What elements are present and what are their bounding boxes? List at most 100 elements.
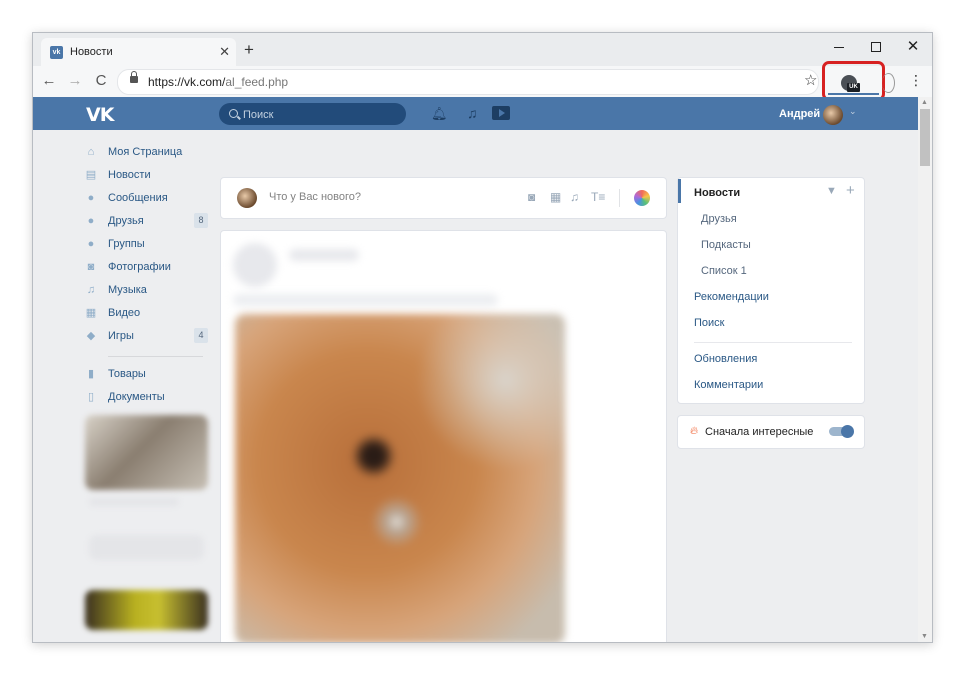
tab-news[interactable]: vk Новости ✕ bbox=[41, 38, 236, 66]
sidebar-item-label: Друзья bbox=[108, 215, 144, 227]
sidebar-item-label: Видео bbox=[108, 307, 141, 319]
add-icon[interactable]: + bbox=[846, 182, 855, 199]
menu-item-news[interactable]: Новости bbox=[694, 187, 740, 199]
photos-icon: ◙ bbox=[87, 261, 95, 273]
news-icon: ▤ bbox=[85, 169, 97, 181]
sidebar-item-news[interactable]: ▤ Новости bbox=[83, 165, 208, 188]
ad-image bbox=[85, 415, 208, 490]
reload-button[interactable]: C bbox=[91, 71, 111, 91]
home-icon: ⌂ bbox=[87, 146, 95, 158]
chevron-down-icon[interactable]: ⌄ bbox=[849, 106, 857, 117]
composer-divider bbox=[619, 189, 620, 207]
new-tab-button[interactable]: + bbox=[244, 40, 254, 60]
sidebar-item-groups[interactable]: ● Группы bbox=[83, 234, 208, 257]
sidebar-item-games[interactable]: ◆ Игры 4 bbox=[83, 326, 208, 349]
ad-text bbox=[89, 535, 204, 560]
sidebar-item-label: Документы bbox=[108, 391, 165, 403]
vk-logo[interactable]: VK bbox=[86, 104, 114, 126]
documents-icon: ▯ bbox=[87, 391, 95, 403]
url-host: https://vk.com/ bbox=[148, 75, 226, 89]
games-icon: ◆ bbox=[86, 330, 96, 342]
fire-icon: 🔥︎ bbox=[690, 425, 699, 437]
search-box[interactable] bbox=[219, 103, 406, 125]
menu-item-friends[interactable]: Друзья bbox=[701, 213, 737, 225]
profile-icon[interactable] bbox=[882, 73, 895, 93]
browser-toolbar: ← → C https://vk.com/al_feed.php bbox=[33, 66, 932, 97]
url-text: https://vk.com/al_feed.php bbox=[148, 75, 288, 89]
feed-filter-menu: Новости ▼ + Друзья Подкасты Список 1 Рек… bbox=[677, 177, 865, 404]
video-play-icon[interactable] bbox=[492, 106, 510, 120]
scroll-up-icon[interactable]: ▲ bbox=[921, 99, 928, 106]
vk-page: ⌂ Моя Страница ▤ Новости ● Сообщения ● Друзья 8 ●… bbox=[33, 130, 918, 642]
ad-text bbox=[89, 498, 179, 506]
lock-icon bbox=[130, 71, 138, 83]
goods-icon: ▮ bbox=[87, 368, 95, 380]
sidebar-item-label: Моя Страница bbox=[108, 146, 183, 158]
close-window-button[interactable]: ✕ bbox=[898, 36, 928, 58]
sidebar-item-video[interactable]: ▦ Видео bbox=[83, 303, 208, 326]
post-author-name bbox=[289, 249, 359, 261]
filter-icon[interactable]: ▼ bbox=[826, 185, 837, 197]
active-indicator bbox=[678, 179, 681, 203]
maximize-button[interactable] bbox=[861, 36, 891, 58]
sidebar-item-label: Фотографии bbox=[108, 261, 171, 273]
avatar bbox=[237, 188, 257, 208]
count-badge: 8 bbox=[194, 213, 208, 228]
bookmark-star-icon[interactable]: ☆ bbox=[804, 71, 817, 89]
user-name[interactable]: Андрей bbox=[779, 108, 820, 120]
tab-strip: vk Новости ✕ + ✕ bbox=[33, 33, 932, 66]
menu-item-comments[interactable]: Комментарии bbox=[694, 379, 763, 391]
camera-icon[interactable]: ◙ bbox=[528, 190, 535, 204]
post-author-avatar bbox=[233, 243, 277, 287]
scroll-down-icon[interactable]: ▼ bbox=[921, 633, 928, 640]
video-icon: ▦ bbox=[85, 307, 97, 319]
post-composer: Что у Вас нового? ◙ ▦ ♫ T≡ bbox=[220, 177, 667, 219]
interesting-first-toggle[interactable] bbox=[829, 425, 854, 438]
back-button[interactable]: ← bbox=[39, 71, 59, 91]
groups-icon: ● bbox=[87, 238, 95, 250]
minimize-icon bbox=[834, 46, 844, 48]
menu-item-list-1[interactable]: Список 1 bbox=[701, 265, 747, 277]
nav-divider bbox=[108, 356, 203, 357]
browser-window: vk Новости ✕ + ✕ ← → C https://vk.com/al… bbox=[32, 32, 933, 643]
browser-menu-icon[interactable]: ⋮ bbox=[909, 73, 923, 87]
music-icon[interactable]: ♫ bbox=[467, 105, 478, 121]
scrollbar[interactable]: ▲ ▼ bbox=[918, 97, 932, 642]
tab-close-icon[interactable]: ✕ bbox=[219, 44, 230, 60]
menu-item-updates[interactable]: Обновления bbox=[694, 353, 757, 365]
minimize-button[interactable] bbox=[824, 36, 854, 58]
vk-header: VK 🔔︎ ♫ Андрей ⌄ bbox=[33, 97, 918, 130]
forward-button[interactable]: → bbox=[65, 71, 85, 91]
menu-item-search[interactable]: Поиск bbox=[694, 317, 724, 329]
sidebar-item-music[interactable]: ♫ Музыка bbox=[83, 280, 208, 303]
sidebar-item-documents[interactable]: ▯ Документы bbox=[83, 387, 208, 410]
search-input[interactable] bbox=[241, 106, 400, 124]
search-icon bbox=[229, 109, 238, 118]
messages-icon: ● bbox=[87, 192, 95, 204]
sidebar-item-friends[interactable]: ● Друзья 8 bbox=[83, 211, 208, 234]
scroll-thumb[interactable] bbox=[920, 109, 930, 166]
extension-underline bbox=[828, 93, 879, 95]
video-icon[interactable]: ▦ bbox=[550, 190, 561, 204]
colors-icon[interactable] bbox=[634, 190, 650, 206]
text-icon[interactable]: T≡ bbox=[591, 190, 605, 204]
composer-input[interactable]: Что у Вас нового? bbox=[269, 191, 361, 203]
count-badge: 4 bbox=[194, 328, 208, 343]
sidebar-item-label: Группы bbox=[108, 238, 145, 250]
sidebar-item-home[interactable]: ⌂ Моя Страница bbox=[83, 142, 208, 165]
menu-item-podcasts[interactable]: Подкасты bbox=[701, 239, 751, 251]
music-icon[interactable]: ♫ bbox=[570, 190, 579, 204]
vk-favicon-icon: vk bbox=[50, 46, 63, 59]
sidebar-item-label: Товары bbox=[108, 368, 146, 380]
address-bar[interactable]: https://vk.com/al_feed.php bbox=[117, 69, 819, 95]
avatar[interactable] bbox=[823, 105, 843, 125]
left-nav: ⌂ Моя Страница ▤ Новости ● Сообщения ● Друзья 8 ●… bbox=[83, 142, 208, 410]
menu-item-recommendations[interactable]: Рекомендации bbox=[694, 291, 769, 303]
sidebar-item-goods[interactable]: ▮ Товары bbox=[83, 364, 208, 387]
sidebar-item-photos[interactable]: ◙ Фотографии bbox=[83, 257, 208, 280]
bell-icon[interactable]: 🔔︎ bbox=[431, 106, 448, 122]
tab-title: Новости bbox=[70, 46, 113, 58]
feed-post bbox=[220, 230, 667, 642]
sidebar-item-messages[interactable]: ● Сообщения bbox=[83, 188, 208, 211]
interesting-first-label: Сначала интересные bbox=[705, 426, 814, 438]
